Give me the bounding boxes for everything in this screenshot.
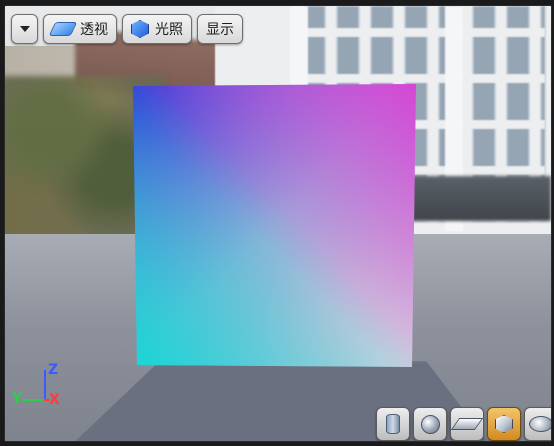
perspective-label: 透视 bbox=[80, 22, 108, 38]
y-axis-line bbox=[22, 399, 46, 401]
lighting-button[interactable]: 光照 bbox=[122, 14, 192, 44]
preview-plane-button[interactable] bbox=[450, 407, 484, 441]
cube-icon bbox=[495, 415, 513, 433]
lighting-cube-icon bbox=[131, 20, 149, 38]
perspective-icon bbox=[48, 22, 78, 36]
sphere-icon bbox=[420, 414, 440, 434]
show-label: 显示 bbox=[206, 22, 234, 38]
x-axis-label: X bbox=[49, 392, 60, 408]
lighting-label: 光照 bbox=[155, 22, 183, 38]
y-axis-label: Y bbox=[12, 391, 23, 407]
plane-icon bbox=[450, 418, 484, 430]
cylinder-icon bbox=[386, 414, 400, 434]
chevron-down-icon bbox=[19, 26, 30, 32]
z-axis-label: Z bbox=[48, 362, 59, 378]
preview-teapot-button[interactable] bbox=[524, 407, 551, 441]
preview-cylinder-button[interactable] bbox=[376, 407, 410, 441]
viewport-options-button[interactable] bbox=[11, 14, 38, 44]
material-preview-plane[interactable] bbox=[133, 84, 416, 367]
viewport-toolbar: 透视 光照 显示 bbox=[11, 14, 243, 44]
z-axis-line bbox=[44, 370, 46, 400]
preview-shape-toolbar bbox=[376, 407, 551, 441]
show-button[interactable]: 显示 bbox=[197, 14, 243, 44]
teapot-icon bbox=[529, 416, 551, 432]
material-preview-viewport[interactable]: 透视 光照 显示 Z Y X bbox=[4, 5, 552, 442]
preview-cube-button[interactable] bbox=[487, 407, 521, 441]
perspective-button[interactable]: 透视 bbox=[43, 14, 117, 44]
preview-sphere-button[interactable] bbox=[413, 407, 447, 441]
axis-gizmo: Z Y X bbox=[10, 362, 70, 412]
background-ground-floor bbox=[405, 176, 551, 221]
